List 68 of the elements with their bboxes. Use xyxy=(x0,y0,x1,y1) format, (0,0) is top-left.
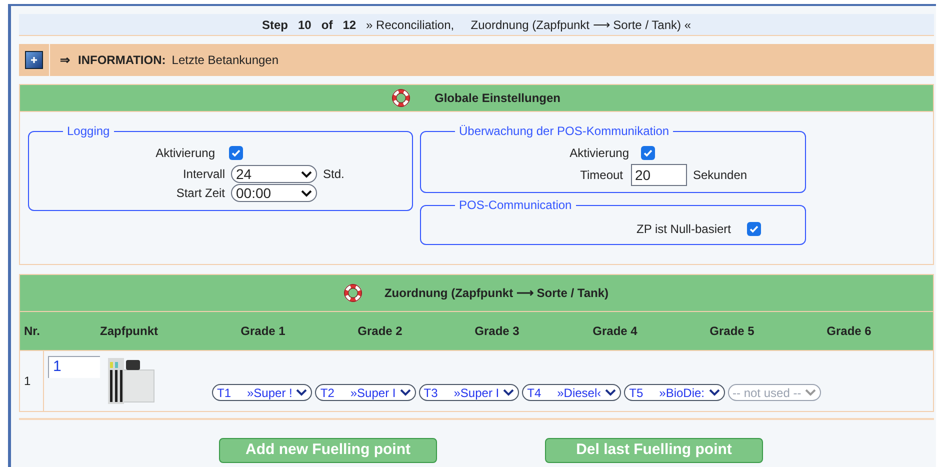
step-total: 12 xyxy=(342,16,356,34)
chevron-icon xyxy=(708,389,720,396)
info-text: Letzte Betankungen xyxy=(172,52,279,69)
expand-button[interactable] xyxy=(25,51,43,69)
checkbox[interactable] xyxy=(641,146,655,160)
column-header: Grade 2 xyxy=(356,323,404,340)
chevron-icon xyxy=(503,389,514,396)
column-header: Grade 4 xyxy=(592,323,638,340)
field-label: Aktivierung xyxy=(154,145,216,162)
column-header: Grade 3 xyxy=(474,323,520,340)
panel-title: Zuordnung (Zapfpunkt ⟶ Sorte / Tank) xyxy=(384,285,609,302)
field-label: Intervall xyxy=(182,166,226,183)
of-label: of xyxy=(321,16,333,34)
info-label: INFORMATION: xyxy=(78,52,166,69)
grade-label: »Super I xyxy=(350,384,396,402)
lifebuoy-icon xyxy=(344,284,362,302)
grade-dropdown[interactable]: T4 »Diesel‹ xyxy=(522,384,622,401)
field-label: ZP ist Null-basiert xyxy=(636,221,732,238)
dropdown[interactable]: 24 xyxy=(231,165,317,183)
grade-label: »Super I xyxy=(454,384,500,402)
tank-label: T3 xyxy=(424,384,439,402)
grade-dropdown[interactable]: T5 »BioDie: xyxy=(624,384,724,401)
checkbox[interactable] xyxy=(229,146,243,160)
tank-label: T2 xyxy=(320,384,336,402)
fuel-pump-icon xyxy=(106,356,156,404)
grade-label: »Super ! xyxy=(247,384,292,402)
grade-label: »BioDie: xyxy=(659,384,704,402)
column-header: Grade 1 xyxy=(240,323,286,340)
timeout-field[interactable]: 20 xyxy=(631,164,687,186)
chevron-icon xyxy=(301,170,312,178)
arrow-text: ⇒ xyxy=(60,52,70,69)
step-number: 10 xyxy=(298,16,312,34)
tank-label: T5 xyxy=(629,384,644,402)
chevron-icon xyxy=(805,389,816,396)
chevron-icon xyxy=(605,389,616,396)
field-label: Timeout xyxy=(579,167,624,184)
checkbox[interactable] xyxy=(747,222,761,236)
fieldset-legend: Überwachung der POS-Kommunikation xyxy=(455,122,674,140)
column-header: Nr. xyxy=(23,323,42,340)
tank-label: T1 xyxy=(217,384,232,402)
grade-label: »Diesel‹ xyxy=(557,384,602,402)
dropdown[interactable]: 00:00 xyxy=(231,184,317,202)
lifebuoy-icon xyxy=(392,89,410,107)
tank-label: T4 xyxy=(527,384,542,402)
chevron-icon xyxy=(400,389,411,396)
panel-title: Globale Einstellungen xyxy=(434,90,561,107)
fuelling-point-field[interactable]: 1 xyxy=(48,356,100,378)
grade-dropdown[interactable]: T2 »Super I xyxy=(315,384,416,401)
row-number: 1 xyxy=(24,373,31,390)
unit-label: Sekunden xyxy=(693,167,748,184)
grade-dropdown[interactable]: T1 »Super ! xyxy=(212,384,312,401)
chevron-icon xyxy=(301,190,312,196)
field-label: Aktivierung xyxy=(568,145,630,162)
step-title: » Reconciliation, Zuordnung (Zapfpunkt ⟶ Sorte / Tank) « xyxy=(366,16,691,34)
unit-label: Std. xyxy=(323,166,344,183)
field-label: Start Zeit xyxy=(175,185,226,202)
grade-label: -- not used -- xyxy=(732,384,802,402)
column-header: Grade 5 xyxy=(708,323,756,340)
dropdown-value: 24 xyxy=(236,167,252,181)
column-header: Zapfpunkt xyxy=(99,323,159,340)
fieldset-legend: POS-Communication xyxy=(455,196,576,214)
grade-dropdown[interactable]: T3 »Super I xyxy=(418,384,520,401)
step-label: Step xyxy=(262,16,288,34)
plus-icon xyxy=(30,56,38,64)
chevron-icon xyxy=(296,389,308,396)
column-header: Grade 6 xyxy=(826,323,872,340)
dropdown-value: 00:00 xyxy=(236,186,272,200)
fieldset-legend: Logging xyxy=(63,122,114,140)
